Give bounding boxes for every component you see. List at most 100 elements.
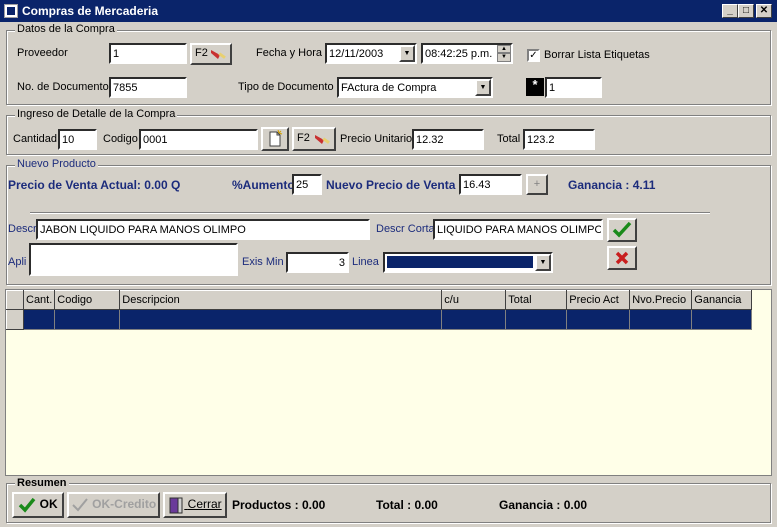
spin-down-icon[interactable]: ▼ <box>497 53 511 62</box>
tipo-documento-value: FActura de Compra <box>341 82 437 94</box>
flashlight-icon <box>315 135 330 144</box>
exis-min-label: Exis Min <box>242 256 284 268</box>
codigo-label: Codigo <box>103 133 138 145</box>
resumen-legend: Resumen <box>15 477 69 489</box>
linea-value <box>387 256 533 268</box>
new-product-button[interactable] <box>261 127 289 151</box>
window-title: Compras de Mercaderia <box>22 4 159 18</box>
row-selector-header <box>6 290 24 310</box>
apli-label: Apli <box>8 256 27 268</box>
col-header[interactable]: Cant. <box>22 290 56 310</box>
cerrar-label: Cerrar <box>187 497 222 511</box>
descr-corta-input[interactable]: LIQUIDO PARA MANOS OLIMPO <box>433 219 603 240</box>
check-icon <box>19 497 36 513</box>
chevron-down-icon[interactable]: ▼ <box>535 254 551 271</box>
row-selector[interactable] <box>6 309 24 330</box>
table-cell[interactable] <box>54 309 121 330</box>
app-icon <box>4 4 18 18</box>
f2-label: F2 <box>195 47 208 59</box>
table-cell[interactable] <box>505 309 568 330</box>
descr-corta-label: Descr Corta <box>376 223 435 235</box>
nuevo-precio-label: Nuevo Precio de Venta <box>326 178 456 192</box>
hora-input[interactable]: 08:42:25 p.m. ▲ ▼ <box>421 43 513 64</box>
precio-unitario-label: Precio Unitario <box>340 133 413 145</box>
aumento-input[interactable]: 25 <box>292 174 322 195</box>
detalle-legend: Ingreso de Detalle de la Compra <box>15 108 178 120</box>
chevron-down-icon[interactable]: ▼ <box>399 45 415 62</box>
descr-input[interactable]: JABON LIQUIDO PARA MANOS OLIMPO <box>36 219 370 240</box>
ok-credito-label: OK-Credito <box>92 497 157 511</box>
ok-label: OK <box>39 497 58 511</box>
close-button[interactable]: ✕ <box>756 4 772 18</box>
borrar-label: Borrar Lista Etiquetas <box>544 49 650 61</box>
col-header[interactable]: Codigo <box>54 290 121 310</box>
precio-actual-text: Precio de Venta Actual: 0.00 Q <box>8 178 181 192</box>
table-cell[interactable] <box>629 309 693 330</box>
cerrar-button[interactable]: Cerrar <box>163 492 227 518</box>
col-header[interactable]: Ganancia <box>691 290 753 310</box>
table-cell[interactable] <box>566 309 631 330</box>
table-cell[interactable] <box>119 309 443 330</box>
nuevo-precio-input[interactable]: 16.43 <box>459 174 522 195</box>
tipo-documento-label: Tipo de Documento <box>238 81 334 93</box>
resumen-ganancia-text: Ganancia : 0.00 <box>499 498 588 512</box>
title-bar: Compras de Mercaderia _ □ ✕ <box>0 0 777 22</box>
fecha-value: 12/11/2003 <box>329 48 384 60</box>
linea-select[interactable]: ▼ <box>383 252 553 273</box>
col-header[interactable]: c/u <box>441 290 507 310</box>
cantidad-label: Cantidad <box>13 133 58 145</box>
col-header[interactable]: Descripcion <box>119 290 443 310</box>
datos-compra-legend: Datos de la Compra <box>15 23 117 35</box>
apli-input[interactable] <box>29 243 238 276</box>
exis-min-input[interactable]: 3 <box>286 252 349 273</box>
check-icon <box>72 498 88 512</box>
col-header[interactable]: Nvo.Precio <box>629 290 693 310</box>
ok-button[interactable]: OK <box>12 492 64 518</box>
fecha-label: Fecha y Hora <box>256 47 323 59</box>
chevron-down-icon[interactable]: ▼ <box>475 79 491 96</box>
nuevo-producto-legend: Nuevo Producto <box>15 158 98 170</box>
table-cell[interactable] <box>691 309 753 330</box>
cantidad-input[interactable]: 10 <box>58 129 97 150</box>
door-exit-icon <box>169 497 183 514</box>
x-icon <box>615 251 629 265</box>
precio-unitario-input[interactable]: 12.32 <box>412 129 484 150</box>
proveedor-input[interactable]: 1 <box>109 43 187 64</box>
minimize-button[interactable]: _ <box>722 4 738 18</box>
col-header[interactable]: Total <box>505 290 568 310</box>
proveedor-search-button[interactable]: F2 <box>190 43 232 65</box>
ok-credito-button[interactable]: OK-Credito <box>67 492 160 518</box>
codigo-input[interactable]: 0001 <box>139 129 258 150</box>
f2-label: F2 <box>297 132 310 144</box>
documento-input[interactable]: 7855 <box>109 77 187 98</box>
hora-value: 08:42:25 p.m. <box>425 48 493 60</box>
total-label: Total <box>497 133 521 145</box>
flashlight-icon <box>211 50 226 59</box>
cancel-button[interactable] <box>607 246 637 270</box>
fecha-input[interactable]: 12/11/2003 ▼ <box>325 43 417 64</box>
spin-up-icon[interactable]: ▲ <box>497 45 511 53</box>
grid-header-row: Cant. Codigo Descripcion c/u Total Preci… <box>6 290 753 310</box>
table-cell[interactable] <box>22 309 56 330</box>
ganancia-text: Ganancia : 4.11 <box>568 178 656 192</box>
table-row[interactable] <box>6 309 753 330</box>
asterisk-icon: * <box>526 78 544 96</box>
table-cell[interactable] <box>441 309 507 330</box>
accept-button[interactable] <box>607 218 637 242</box>
col-header[interactable]: Precio Act <box>566 290 631 310</box>
productos-text: Productos : 0.00 <box>232 498 326 512</box>
codigo-search-button[interactable]: F2 <box>292 127 336 151</box>
total-input[interactable]: 123.2 <box>523 129 595 150</box>
detalle-grid[interactable]: Cant. Codigo Descripcion c/u Total Preci… <box>5 289 772 476</box>
tipo-documento-select[interactable]: FActura de Compra ▼ <box>337 77 493 98</box>
borrar-checkbox[interactable]: ✓ <box>527 49 540 62</box>
copias-input[interactable]: 1 <box>545 77 602 98</box>
divider <box>30 212 710 214</box>
linea-label: Linea <box>352 256 379 268</box>
descr-label: Descr <box>8 223 37 235</box>
new-document-icon <box>269 129 283 147</box>
plus-button[interactable]: + <box>526 174 548 195</box>
maximize-button[interactable]: □ <box>738 4 754 18</box>
aumento-label: %Aumento <box>232 178 295 192</box>
proveedor-label: Proveedor <box>17 47 68 59</box>
